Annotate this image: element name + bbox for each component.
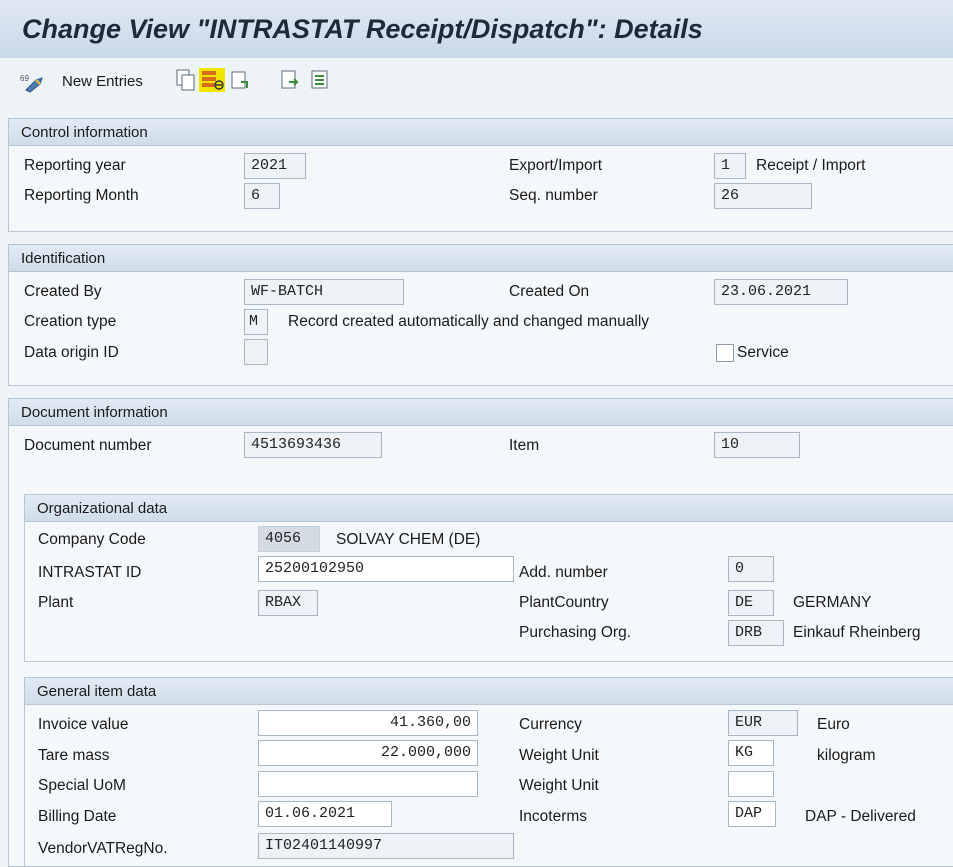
company-name-text: SOLVAY CHEM (DE)	[336, 531, 481, 548]
service-label: Service	[737, 344, 789, 361]
panel-title: Document information	[21, 404, 168, 421]
reporting-month-field[interactable]: 6	[244, 183, 280, 209]
title-bar: Change View "INTRASTAT Receipt/Dispatch"…	[0, 0, 953, 58]
export-import-label: Export/Import	[509, 157, 603, 174]
weight-unit-label: Weight Unit	[519, 747, 599, 764]
plant-country-label: PlantCountry	[519, 594, 609, 611]
page-title: Change View "INTRASTAT Receipt/Dispatch"…	[22, 14, 703, 44]
document-information-header: Document information	[9, 399, 953, 426]
panel-title: Organizational data	[37, 500, 168, 517]
organizational-data-header: Organizational data	[25, 495, 953, 522]
plant-country-text: GERMANY	[793, 594, 872, 611]
add-number-label: Add. number	[519, 564, 608, 581]
document-number-label: Document number	[24, 437, 152, 454]
seq-number-field[interactable]: 26	[714, 183, 812, 209]
reporting-year-label: Reporting year	[24, 157, 126, 174]
identification-header: Identification	[9, 245, 953, 272]
vendor-vat-label: VendorVATRegNo.	[38, 840, 168, 857]
created-by-field[interactable]: WF-BATCH	[244, 279, 404, 305]
purchasing-org-text: Einkauf Rheinberg	[793, 624, 921, 641]
special-uom-field[interactable]	[258, 771, 478, 797]
control-information-panel: Control information	[8, 118, 953, 232]
company-code-field[interactable]: 4056	[258, 526, 320, 552]
created-on-label: Created On	[509, 283, 590, 300]
service-checkbox[interactable]	[716, 344, 734, 362]
company-code-label: Company Code	[38, 531, 146, 548]
creation-type-label: Creation type	[24, 313, 117, 330]
export-import-text: Receipt / Import	[756, 157, 866, 174]
purchasing-org-label: Purchasing Org.	[519, 624, 631, 641]
next-entry-icon[interactable]	[309, 68, 331, 92]
intrastat-id-label: INTRASTAT ID	[38, 564, 142, 581]
weight-unit-2-field[interactable]	[728, 771, 774, 797]
reporting-year-field[interactable]: 2021	[244, 153, 306, 179]
undo-icon[interactable]	[229, 68, 251, 92]
plant-field[interactable]: RBAX	[258, 590, 318, 616]
reporting-month-label: Reporting Month	[24, 187, 139, 204]
invoice-value-field[interactable]: 41.360,00	[258, 710, 478, 736]
incoterms-text: DAP - Delivered	[805, 808, 916, 825]
item-field[interactable]: 10	[714, 432, 800, 458]
invoice-value-label: Invoice value	[38, 716, 129, 733]
data-origin-field[interactable]	[244, 339, 268, 365]
billing-date-label: Billing Date	[38, 808, 117, 825]
panel-title: General item data	[37, 683, 157, 700]
incoterms-label: Incoterms	[519, 808, 588, 825]
general-item-data-header: General item data	[25, 678, 953, 705]
svg-text:69: 69	[20, 74, 29, 83]
new-entries-button[interactable]: New Entries	[62, 73, 143, 90]
copy-icon[interactable]	[175, 68, 197, 92]
previous-entry-icon[interactable]	[279, 68, 301, 92]
item-label: Item	[509, 437, 540, 454]
tare-mass-label: Tare mass	[38, 747, 110, 764]
weight-unit-text: kilogram	[817, 747, 876, 764]
display-change-icon[interactable]: 69	[20, 72, 48, 93]
billing-date-field[interactable]: 01.06.2021	[258, 801, 392, 827]
application-toolbar	[0, 58, 953, 108]
incoterms-field[interactable]: DAP	[728, 801, 776, 827]
seq-number-label: Seq. number	[509, 187, 598, 204]
special-uom-label: Special UoM	[38, 777, 126, 794]
currency-text: Euro	[817, 716, 850, 733]
panel-title: Control information	[21, 124, 148, 141]
tare-mass-field[interactable]: 22.000,000	[258, 740, 478, 766]
weight-unit-field[interactable]: KG	[728, 740, 774, 766]
data-origin-label: Data origin ID	[24, 344, 119, 361]
add-number-field[interactable]: 0	[728, 556, 774, 582]
control-information-header: Control information	[9, 119, 953, 146]
currency-field[interactable]: EUR	[728, 710, 798, 736]
currency-label: Currency	[519, 716, 582, 733]
plant-country-field[interactable]: DE	[728, 590, 774, 616]
creation-type-text: Record created automatically and changed…	[288, 313, 650, 330]
delete-icon[interactable]	[199, 68, 225, 92]
document-number-field[interactable]: 4513693436	[244, 432, 382, 458]
intrastat-id-field[interactable]: 25200102950	[258, 556, 514, 582]
plant-label: Plant	[38, 594, 74, 611]
created-on-field[interactable]: 23.06.2021	[714, 279, 848, 305]
weight-unit-2-label: Weight Unit	[519, 777, 599, 794]
created-by-label: Created By	[24, 283, 102, 300]
purchasing-org-field[interactable]: DRB	[728, 620, 784, 646]
creation-type-field[interactable]: M	[244, 309, 268, 335]
export-import-field[interactable]: 1	[714, 153, 746, 179]
vendor-vat-field[interactable]: IT02401140997	[258, 833, 514, 859]
panel-title: Identification	[21, 250, 106, 267]
